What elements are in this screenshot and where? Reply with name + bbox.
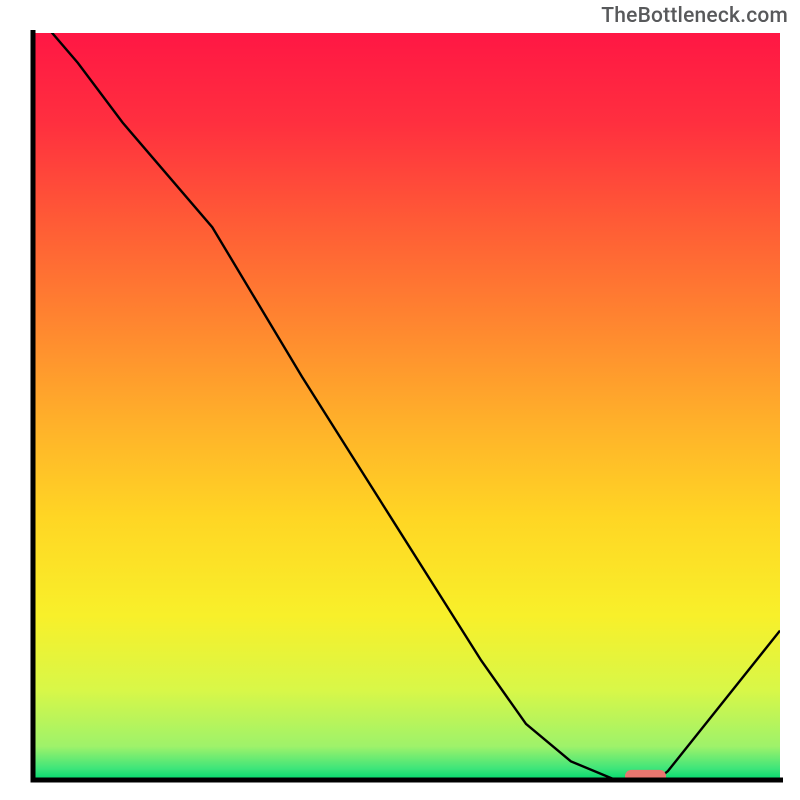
gradient-panel [33,33,780,780]
bottleneck-chart [0,0,800,800]
watermark-label: TheBottleneck.com [601,4,788,28]
